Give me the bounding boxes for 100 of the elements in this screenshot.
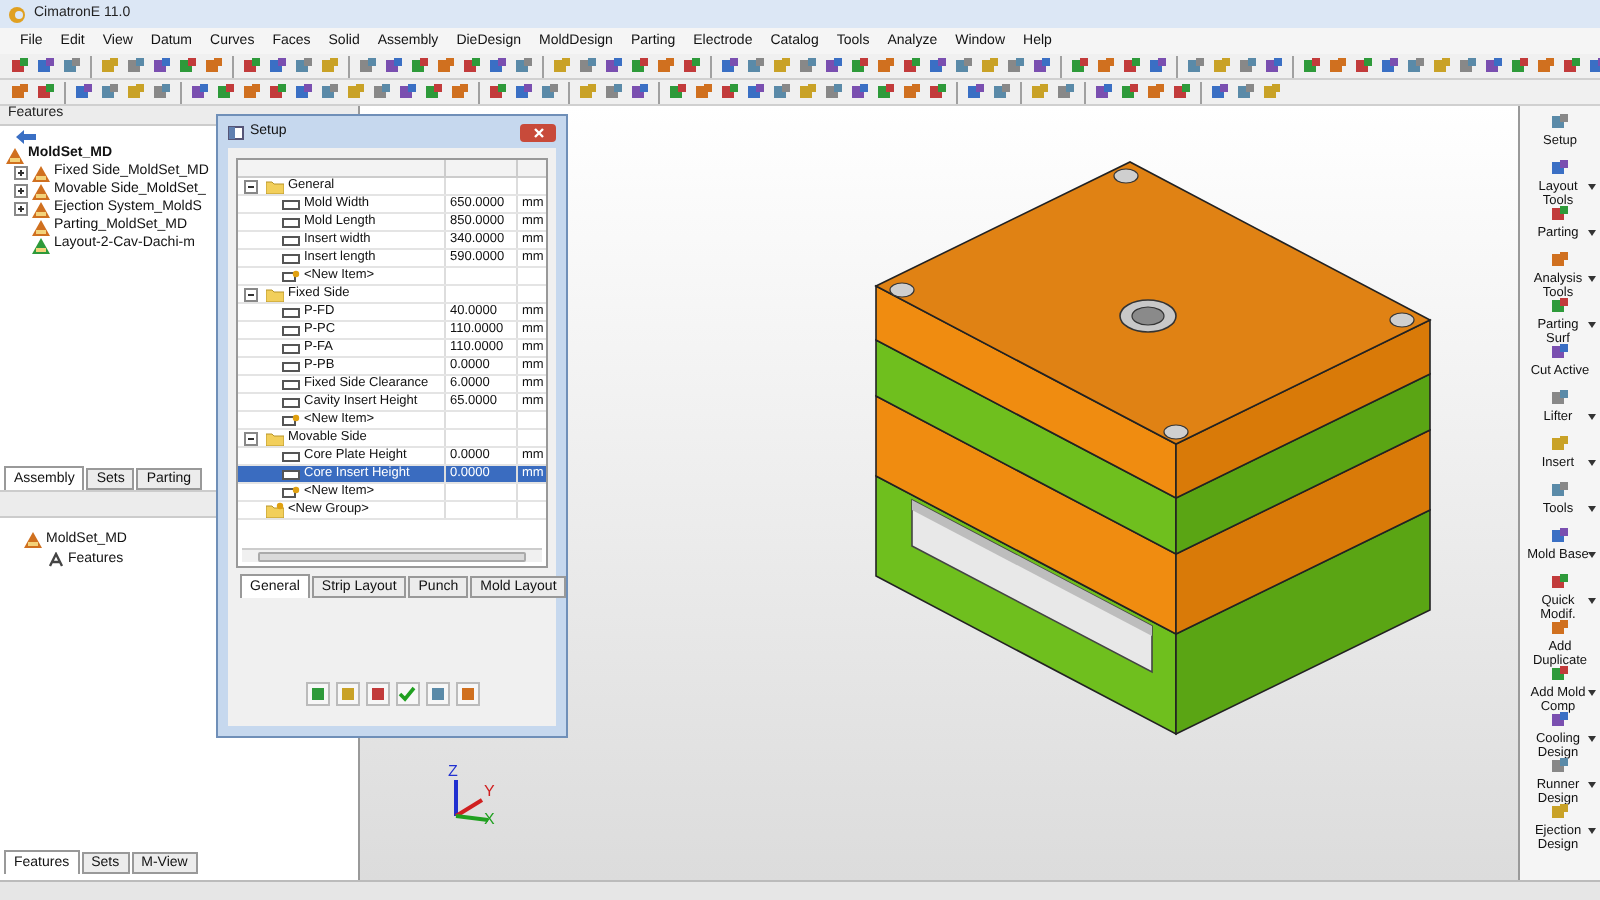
tool-button[interactable] — [8, 80, 32, 104]
tool-button[interactable] — [848, 54, 872, 78]
expand-icon[interactable] — [14, 184, 28, 198]
close-button[interactable] — [520, 123, 556, 141]
tool-button[interactable] — [240, 54, 264, 78]
tool-button[interactable] — [150, 54, 174, 78]
tool-button[interactable] — [408, 54, 432, 78]
tool-button[interactable] — [448, 80, 472, 104]
tool-button[interactable] — [240, 80, 264, 104]
tool-button[interactable] — [848, 80, 872, 104]
tool-button[interactable] — [692, 80, 716, 104]
tool-button[interactable] — [176, 54, 200, 78]
tool-button[interactable] — [1208, 80, 1232, 104]
dialog-tool-button[interactable] — [305, 682, 329, 706]
tool-button[interactable] — [744, 54, 768, 78]
tool-button[interactable] — [266, 80, 290, 104]
tool-button[interactable] — [1054, 80, 1078, 104]
tool-button[interactable] — [718, 54, 742, 78]
tool-button[interactable] — [214, 80, 238, 104]
tool-button[interactable] — [1560, 54, 1584, 78]
tool-button[interactable] — [1456, 54, 1480, 78]
tool-button[interactable] — [1092, 80, 1116, 104]
tool-button[interactable] — [1326, 54, 1350, 78]
tool-button[interactable] — [874, 80, 898, 104]
tool-button[interactable] — [926, 54, 950, 78]
tool-button[interactable] — [654, 54, 678, 78]
tool-button[interactable] — [718, 80, 742, 104]
tool-button[interactable] — [370, 80, 394, 104]
tool-button[interactable] — [486, 80, 510, 104]
tool-button[interactable] — [1170, 80, 1194, 104]
tool-button[interactable] — [486, 54, 510, 78]
expand-icon[interactable] — [14, 166, 28, 180]
horizontal-scrollbar[interactable] — [242, 548, 542, 562]
tool-button[interactable] — [292, 80, 316, 104]
tool-button[interactable] — [1482, 54, 1506, 78]
collapse-icon[interactable] — [244, 431, 258, 445]
tool-button[interactable] — [602, 54, 626, 78]
tool-button[interactable] — [124, 54, 148, 78]
tool-button[interactable] — [1120, 54, 1144, 78]
tool-button[interactable] — [1118, 80, 1142, 104]
tool-button[interactable] — [576, 54, 600, 78]
tool-button[interactable] — [680, 54, 704, 78]
tool-button[interactable] — [422, 80, 446, 104]
expand-icon[interactable] — [14, 202, 28, 216]
tool-button[interactable] — [1404, 54, 1428, 78]
tool-button[interactable] — [796, 54, 820, 78]
tool-button[interactable] — [292, 54, 316, 78]
tool-button[interactable] — [98, 80, 122, 104]
tool-button[interactable] — [356, 54, 380, 78]
dialog-tool-button[interactable] — [425, 682, 449, 706]
tool-button[interactable] — [1236, 54, 1260, 78]
tool-button[interactable] — [512, 54, 536, 78]
tool-button[interactable] — [1004, 54, 1028, 78]
tool-button[interactable] — [8, 54, 32, 78]
tool-button[interactable] — [382, 54, 406, 78]
tool-button[interactable] — [1352, 54, 1376, 78]
tool-button[interactable] — [1094, 54, 1118, 78]
tool-button[interactable] — [34, 80, 58, 104]
tool-button[interactable] — [1508, 54, 1532, 78]
tool-button[interactable] — [266, 54, 290, 78]
tool-button[interactable] — [538, 80, 562, 104]
tool-button[interactable] — [1534, 54, 1558, 78]
tool-button[interactable] — [770, 80, 794, 104]
tool-button[interactable] — [874, 54, 898, 78]
tool-button[interactable] — [952, 54, 976, 78]
tool-button[interactable] — [512, 80, 536, 104]
tool-button[interactable] — [202, 54, 226, 78]
tool-button[interactable] — [900, 54, 924, 78]
tool-button[interactable] — [396, 80, 420, 104]
tool-button[interactable] — [1146, 54, 1170, 78]
tool-button[interactable] — [628, 80, 652, 104]
tool-button[interactable] — [1144, 80, 1168, 104]
tool-button[interactable] — [60, 54, 84, 78]
dialog-tool-button[interactable] — [395, 682, 419, 706]
collapse-icon[interactable] — [244, 287, 258, 301]
tool-button[interactable] — [1030, 54, 1054, 78]
tool-button[interactable] — [1234, 80, 1258, 104]
tool-button[interactable] — [964, 80, 988, 104]
dialog-tool-button[interactable] — [365, 682, 389, 706]
tool-button[interactable] — [188, 80, 212, 104]
tool-button[interactable] — [602, 80, 626, 104]
tool-button[interactable] — [666, 80, 690, 104]
back-arrow-icon[interactable] — [16, 129, 36, 143]
tool-button[interactable] — [1300, 54, 1324, 78]
tool-button[interactable] — [460, 54, 484, 78]
tool-button[interactable] — [434, 54, 458, 78]
tool-button[interactable] — [1262, 54, 1286, 78]
tool-button[interactable] — [34, 54, 58, 78]
tool-button[interactable] — [72, 80, 96, 104]
tool-button[interactable] — [990, 80, 1014, 104]
tool-button[interactable] — [900, 80, 924, 104]
tool-button[interactable] — [628, 54, 652, 78]
tool-button[interactable] — [1378, 54, 1402, 78]
tool-button[interactable] — [822, 54, 846, 78]
tool-button[interactable] — [744, 80, 768, 104]
tool-button[interactable] — [1068, 54, 1092, 78]
tool-button[interactable] — [318, 80, 342, 104]
tool-button[interactable] — [150, 80, 174, 104]
tool-button[interactable] — [822, 80, 846, 104]
tool-button[interactable] — [926, 80, 950, 104]
